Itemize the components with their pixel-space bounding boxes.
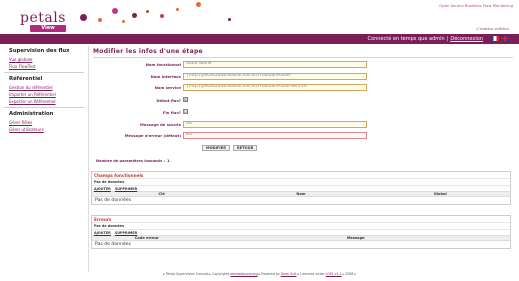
flow-start-checkbox[interactable]: ☑ (183, 97, 188, 102)
add-error-link[interactable]: AJOUTER (94, 231, 111, 235)
params-count-label: Nombre de paramètres insoumis : (96, 159, 165, 163)
form-row: Message de succès OK (89, 121, 515, 129)
panel-title: Erreurs (92, 216, 510, 223)
delete-error-link[interactable]: SUPPRIMER (115, 231, 137, 235)
empty-message: Pas de données (95, 198, 132, 203)
sidebar-link-flow[interactable]: Flux FlowTest (9, 64, 86, 69)
success-message-input[interactable]: OK (183, 121, 367, 128)
footer-text: ▸ 2008 ▸ (342, 272, 356, 276)
footer-text: ▸ Petals Supervision Console ▸ Copyright… (163, 272, 230, 276)
column-header[interactable]: Clé (92, 192, 231, 196)
panel-title: Champs fonctionnels (92, 172, 510, 179)
edition-label: Creative edition (476, 26, 509, 31)
french-flag-icon[interactable] (491, 36, 499, 41)
app-logo-sub: View (30, 25, 66, 32)
field-label: Début flux? (156, 98, 181, 103)
delete-field-link[interactable]: SUPPRIMER (115, 187, 137, 191)
service-name-input[interactable]: {http://petals2008.ebasecnas.eu}Football… (183, 84, 367, 91)
params-count: Nombre de paramètres insoumis :1 (96, 159, 170, 163)
sidebar-section-title: Administration (9, 111, 54, 117)
footer-link-powered[interactable]: Open Suit (281, 272, 297, 276)
field-label: Nom interface (150, 74, 181, 79)
column-header[interactable]: Global (371, 192, 510, 196)
footer-link-license[interactable]: LGPL v2.1 (326, 272, 342, 276)
session-status: Connecté en temps que admin (367, 36, 445, 42)
sidebar: Supervision des flux Vue globale Flux Fl… (4, 46, 86, 134)
page-title: Modifier les infos d'une étape (93, 48, 203, 55)
field-label: Nom service (154, 85, 181, 90)
field-label: Fin flux? (162, 110, 181, 115)
form-row: Fin flux? ☐ (89, 109, 515, 117)
back-button[interactable]: RETOUR (233, 145, 258, 151)
sidebar-link-manage-ref[interactable]: Gestion du référentiel (9, 85, 86, 90)
form-row: Nom service {http://petals2008.ebasecnas… (89, 84, 515, 92)
field-label: Nom fonctionnel (145, 62, 181, 67)
sidebar-section-title: Référentiel (9, 76, 43, 82)
params-count-value: 1 (166, 159, 170, 163)
title-divider (93, 57, 513, 58)
sidebar-link-import-ref[interactable]: Importer un Référentiel (9, 92, 86, 97)
column-header[interactable]: Code erreur (92, 236, 201, 240)
field-label: Message d'erreur (défaut) (124, 133, 181, 138)
column-header[interactable]: Nom (231, 192, 370, 196)
session-info: Connecté en temps que admin | Déconnexion (367, 36, 483, 42)
top-bar: Connecté en temps que admin | Déconnexion (0, 34, 519, 44)
sidebar-link-export-ref[interactable]: Exporter un Référentiel (9, 99, 86, 104)
error-message-input[interactable]: KO (183, 132, 367, 139)
sidebar-link-roles[interactable]: Gérer Rôles (9, 120, 86, 125)
form-row: Nom fonctionnel State Name (89, 61, 515, 69)
field-label: Message de succès (140, 122, 181, 127)
footer-link-copyright[interactable]: ebmwebsourcing (230, 272, 257, 276)
sidebar-divider (4, 107, 84, 108)
english-flag-icon[interactable] (501, 36, 509, 41)
footer: ▸ Petals Supervision Console ▸ Copyright… (0, 272, 519, 276)
form-row: Début flux? ☑ (89, 97, 515, 105)
form-row: Nom interface {http://petals2008.ebasecn… (89, 73, 515, 81)
empty-message: Pas de données (95, 242, 132, 247)
functional-fields-panel: Champs fonctionnels Pas de données AJOUT… (91, 171, 511, 205)
sidebar-divider (4, 72, 84, 73)
footer-text: ▸ Powered by (258, 272, 280, 276)
errors-panel: Erreurs Pas de données AJOUTER SUPPRIMER… (91, 215, 511, 249)
column-header[interactable]: Message (201, 236, 510, 240)
tagline: Open Source Business Flow Monitoring (439, 3, 513, 8)
footer-text: ▸ Licenced under (297, 272, 325, 276)
form-row: Message d'erreur (défaut) KO (89, 132, 515, 140)
functional-name-input[interactable]: State Name (183, 61, 367, 68)
sidebar-section-title: Supervision des flux (9, 48, 70, 54)
sidebar-link-global-view[interactable]: Vue globale (9, 57, 86, 62)
app-logo: petals (20, 10, 66, 26)
header: petals View Open Source Business Flow Mo… (0, 0, 519, 34)
logout-link[interactable]: Déconnexion (450, 36, 483, 42)
sidebar-link-users[interactable]: Gérer utilisateurs (9, 127, 86, 132)
modify-button[interactable]: MODIFIER (202, 145, 230, 151)
flow-end-checkbox[interactable]: ☐ (183, 109, 188, 114)
add-field-link[interactable]: AJOUTER (94, 187, 111, 191)
interface-name-input[interactable]: {http://petals2008.ebasecnas.eu}Football… (183, 73, 367, 80)
